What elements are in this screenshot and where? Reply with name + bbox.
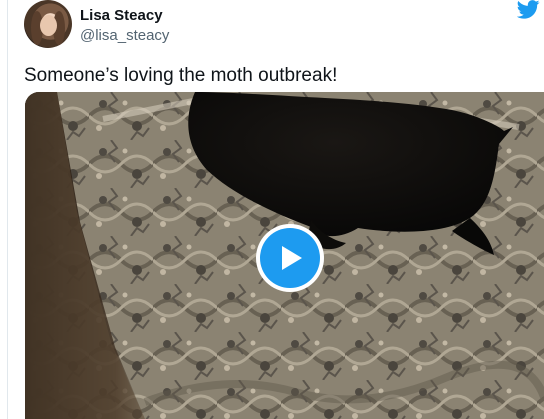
twitter-bird-icon[interactable]: [516, 0, 540, 19]
avatar[interactable]: [24, 0, 72, 48]
author-display-name[interactable]: Lisa Steacy: [80, 6, 169, 26]
video-media[interactable]: [25, 92, 544, 419]
play-button[interactable]: [256, 224, 324, 292]
author-handle[interactable]: @lisa_steacy: [80, 26, 169, 46]
author-block: Lisa Steacy @lisa_steacy: [80, 6, 169, 46]
embedded-tweet[interactable]: Lisa Steacy @lisa_steacy Someone’s lovin…: [8, 0, 544, 419]
play-circle: [260, 228, 320, 288]
tweet-text: Someone’s loving the moth outbreak!: [24, 65, 338, 86]
avatar-face: [40, 15, 57, 36]
play-icon: [282, 246, 302, 270]
